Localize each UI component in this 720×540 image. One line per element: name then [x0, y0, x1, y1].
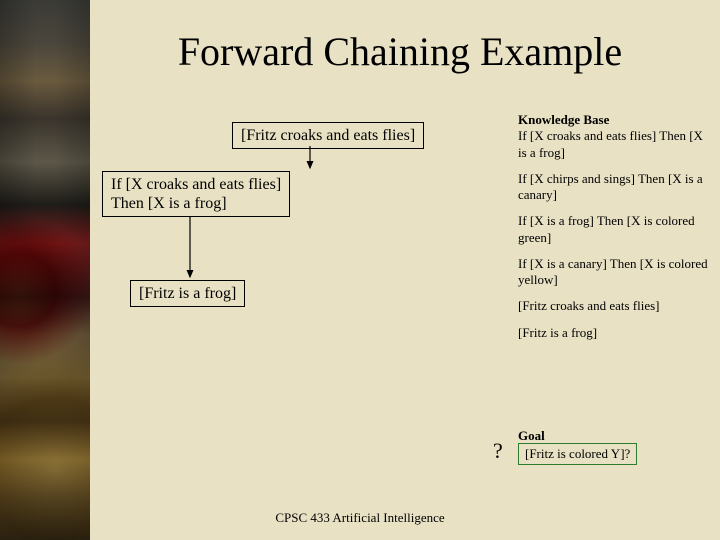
rule-box-1: If [X croaks and eats flies] Then [X is … [102, 171, 290, 217]
kb-rule-4: If [X is a canary] Then [X is colored ye… [518, 256, 713, 289]
footer: CPSC 433 Artificial Intelligence [0, 510, 720, 526]
fact-box-1: [Fritz croaks and eats flies] [232, 122, 424, 149]
kb-fact-1: [Fritz croaks and eats flies] [518, 298, 713, 314]
kb-rule-1: If [X croaks and eats flies] Then [X is … [518, 128, 713, 161]
goal-box: [Fritz is colored Y]? [518, 443, 637, 465]
goal-label: Goal [518, 428, 545, 444]
kb-fact-2: [Fritz is a frog] [518, 325, 713, 341]
decorative-side-image [0, 0, 90, 540]
kb-rule-2: If [X chirps and sings] Then [X is a can… [518, 171, 713, 204]
kb-header: Knowledge Base [518, 112, 713, 128]
slide-title: Forward Chaining Example [95, 28, 705, 75]
knowledge-base: Knowledge Base If [X croaks and eats fli… [518, 112, 713, 351]
slide: Forward Chaining Example [Fritz croaks a… [0, 0, 720, 540]
kb-rule-3: If [X is a frog] Then [X is colored gree… [518, 213, 713, 246]
question-mark: ? [493, 438, 503, 464]
fact-box-2: [Fritz is a frog] [130, 280, 245, 307]
